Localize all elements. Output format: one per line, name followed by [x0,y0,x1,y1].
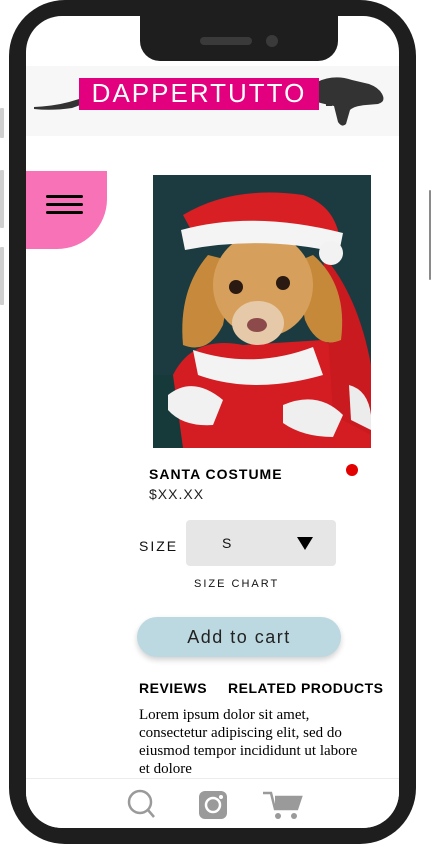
phone-side-button [0,108,4,138]
size-chart-link[interactable]: SIZE CHART [194,578,279,590]
product-price: $XX.XX [149,486,205,502]
size-selected-value: S [222,535,232,551]
camera [266,35,278,47]
product-image[interactable] [153,175,371,448]
phone-side-button [0,170,4,228]
instagram-icon[interactable] [198,790,228,820]
add-to-cart-button[interactable]: Add to cart [137,617,341,657]
notch [140,16,338,61]
tab-related-products[interactable]: RELATED PRODUCTS [228,680,384,696]
hamburger-icon [46,203,83,206]
size-label: SIZE [139,538,179,554]
size-dropdown[interactable]: S [186,520,336,566]
search-icon[interactable] [126,789,156,819]
hamburger-icon [46,211,83,214]
phone-side-button [0,247,4,305]
cart-icon[interactable] [263,789,303,821]
screen: DAPPERTUTTO SANTA COSTUME $XX.XX SIZE S … [26,16,399,828]
bottom-nav [26,778,399,828]
hamburger-icon [46,195,83,198]
caret-down-icon [297,537,313,550]
brand-logo[interactable]: DAPPERTUTTO [34,72,386,127]
product-title: SANTA COSTUME [149,466,283,482]
speaker [200,37,252,45]
color-swatch[interactable] [346,464,358,476]
tab-reviews[interactable]: REVIEWS [139,680,207,696]
description-text: Lorem ipsum dolor sit amet, consectetur … [139,707,358,777]
phone-side-button [429,190,431,280]
menu-button[interactable] [26,171,107,249]
brand-name: DAPPERTUTTO [92,78,307,108]
